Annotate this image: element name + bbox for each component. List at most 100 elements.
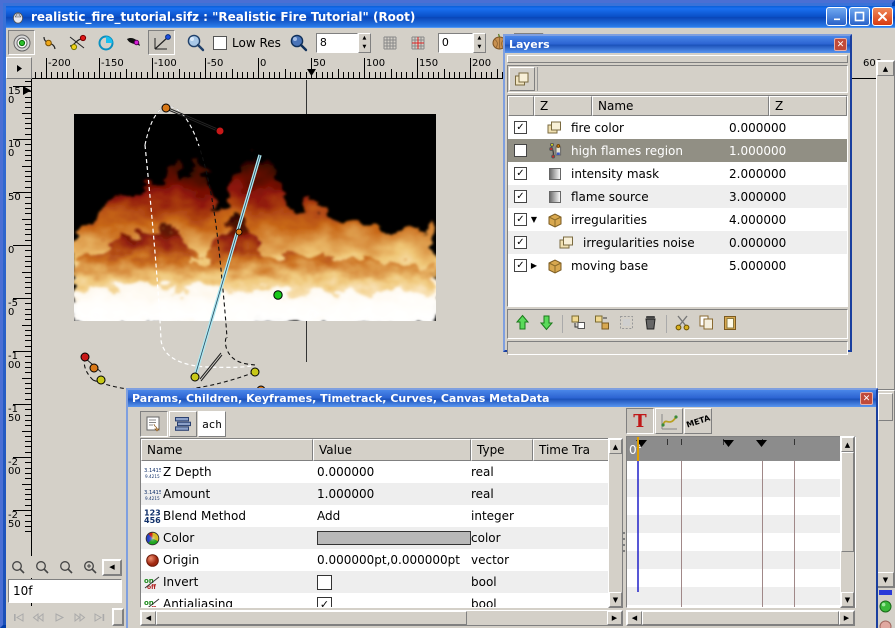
layers-row[interactable]: ✓ high flames region 1.000000	[508, 139, 847, 162]
canvas-scroll-thumb[interactable]	[878, 393, 893, 421]
canvas-scroll-down-button[interactable]: ▼	[877, 572, 894, 587]
params-row[interactable]: Origin 0.000000pt,0.000000pt vector	[141, 549, 619, 571]
timetrack-scroll-up-button[interactable]: ▲	[841, 437, 854, 452]
layers-tree[interactable]: Z Name Z ✓ fire color 0.000000 ✓ high flames…	[507, 95, 848, 307]
params-row[interactable]: 3.1415 9.4215 Amount 1.000000 real	[141, 483, 619, 505]
new-layer-button[interactable]	[570, 314, 587, 334]
zoom-100-button[interactable]	[78, 557, 102, 577]
tab-children[interactable]	[169, 411, 197, 437]
raise-layer-button[interactable]	[514, 314, 531, 334]
tab-curves[interactable]	[655, 408, 683, 434]
ruler-corner-button[interactable]	[6, 57, 32, 79]
normal-tool-button[interactable]	[8, 30, 35, 55]
layer-visible-checkbox[interactable]: ✓	[514, 259, 527, 272]
expander-expand-icon[interactable]: ▶	[527, 261, 541, 270]
params-row[interactable]: onoffAntialiasing ✓ bool	[141, 593, 619, 607]
timetrack-scroll-down-button[interactable]: ▼	[841, 592, 854, 607]
canvas-scroll-up-button[interactable]: ▲	[877, 61, 894, 76]
layer-visible-checkbox[interactable]: ✓	[514, 190, 527, 203]
canvas-vscrollbar-lower[interactable]: ▼	[876, 390, 895, 588]
params-vscrollbar[interactable]: ▲ ▼	[608, 438, 623, 608]
zoom-out-button[interactable]	[182, 30, 209, 55]
mirror-tool-button[interactable]	[120, 30, 147, 55]
scale-tool-button[interactable]	[64, 30, 91, 55]
vertical-ruler[interactable]: 150 100 50 0 -50 -100 -150 -200 -250	[6, 79, 32, 628]
time-field[interactable]: 10f	[8, 579, 122, 603]
close-button[interactable]	[872, 7, 893, 26]
timetrack-vscrollbar[interactable]: ▲ ▼	[840, 436, 855, 608]
layers-stack-icon-button[interactable]	[509, 67, 535, 91]
group-layer-button[interactable]	[594, 314, 611, 334]
time-hscroll[interactable]	[112, 608, 125, 626]
layers-col-visible[interactable]	[508, 96, 534, 116]
params-scroll-up-button[interactable]: ▲	[609, 439, 622, 454]
canvas-render[interactable]	[74, 114, 436, 321]
timetrack-grid[interactable]: 0f	[626, 436, 856, 608]
prev-frame-button[interactable]	[28, 607, 48, 627]
quality-spinner[interactable]: ▲ ▼	[357, 32, 371, 53]
timetrack-hscroll-thumb[interactable]	[642, 611, 839, 625]
bool-checkbox[interactable]: ✓	[317, 596, 332, 607]
delete-layer-button[interactable]	[642, 314, 659, 334]
params-panel-close-button[interactable]: ✕	[860, 392, 873, 405]
layers-row[interactable]: ✓ intensity mask 2.000000	[508, 162, 847, 185]
maximize-button[interactable]	[849, 7, 870, 26]
params-row[interactable]: 3.1415 9.4215 Z Depth 0.000000 real	[141, 461, 619, 483]
params-scroll-left-button[interactable]: ◀	[141, 611, 156, 625]
canvas-vscrollbar[interactable]: ▲	[876, 60, 895, 390]
params-col-type[interactable]: Type	[471, 439, 533, 461]
params-hscrollbar[interactable]: ◀ ▶	[140, 610, 623, 626]
layer-visible-checkbox[interactable]: ✓	[514, 167, 527, 180]
seek-end-button[interactable]	[90, 607, 110, 627]
copy-button[interactable]	[698, 314, 715, 334]
tab-timetrack[interactable]: T	[626, 408, 654, 434]
timetrack-scroll-left-button[interactable]: ◀	[627, 611, 642, 625]
next-frame-button[interactable]	[69, 607, 89, 627]
color-swatch[interactable]	[317, 531, 471, 545]
params-col-value[interactable]: Value	[313, 439, 471, 461]
layers-panel-handle[interactable]	[507, 55, 848, 63]
layer-visible-checkbox[interactable]: ✓	[514, 213, 527, 226]
timetrack-scroll-thumb[interactable]	[841, 452, 854, 552]
params-col-name[interactable]: Name	[141, 439, 313, 461]
layers-row[interactable]: ✓ ▼ irregularities 4.000000	[508, 208, 847, 231]
minimize-button[interactable]	[826, 7, 847, 26]
zoom-out-button-small[interactable]	[6, 557, 30, 577]
expander-collapse-icon[interactable]: ▼	[527, 215, 541, 224]
params-row[interactable]: on off Invert bool	[141, 571, 619, 593]
lower-layer-button[interactable]	[538, 314, 555, 334]
timetrack-hscrollbar[interactable]: ◀ ▶	[626, 610, 855, 626]
canvas-hscroll-left[interactable]: ◀	[102, 558, 122, 576]
rotate-tool-button[interactable]	[92, 30, 119, 55]
cut-button[interactable]	[674, 314, 691, 334]
params-col-timetrack[interactable]: Time Tra	[533, 439, 619, 461]
layers-col-depth[interactable]: Z	[769, 96, 847, 116]
params-hscroll-thumb[interactable]	[156, 611, 467, 625]
bool-checkbox[interactable]	[317, 574, 332, 590]
layer-visible-checkbox[interactable]: ✓	[514, 121, 527, 134]
past-onion-spinner[interactable]: ▲ ▼	[472, 32, 486, 53]
paste-button[interactable]	[722, 314, 739, 334]
tab-metadata[interactable]: ach	[198, 411, 226, 437]
tab-params[interactable]	[140, 411, 168, 437]
params-row[interactable]: 123 456 Blend Method Add integer	[141, 505, 619, 527]
layer-visible-checkbox[interactable]: ✓	[514, 236, 527, 249]
smooth-move-tool-button[interactable]	[36, 30, 63, 55]
zoom-fit-button[interactable]	[54, 557, 78, 577]
params-row[interactable]: Color color	[141, 527, 619, 549]
params-table[interactable]: Name Value Type Time Tra 3.1415 9.4215 Z D…	[140, 438, 620, 608]
quality-input[interactable]: 8	[315, 32, 358, 53]
timetrack-scroll-right-button[interactable]: ▶	[839, 611, 854, 625]
layers-row[interactable]: ✓ flame source 3.000000	[508, 185, 847, 208]
grid-snap-button[interactable]	[404, 30, 432, 55]
layers-col-name[interactable]: Name	[592, 96, 769, 116]
layers-row[interactable]: ✓ irregularities noise 0.000000	[508, 231, 847, 254]
layers-row[interactable]: ✓ ▶ moving base 5.000000	[508, 254, 847, 277]
layer-visible-checkbox[interactable]: ✓	[514, 144, 527, 157]
params-scroll-down-button[interactable]: ▼	[609, 592, 622, 607]
params-scroll-right-button[interactable]: ▶	[607, 611, 622, 625]
zoom-in-button-small[interactable]	[30, 557, 54, 577]
tab-meta[interactable]: META	[684, 408, 712, 434]
zoom-in-button[interactable]	[284, 30, 312, 55]
width-tool-button[interactable]	[148, 30, 175, 55]
